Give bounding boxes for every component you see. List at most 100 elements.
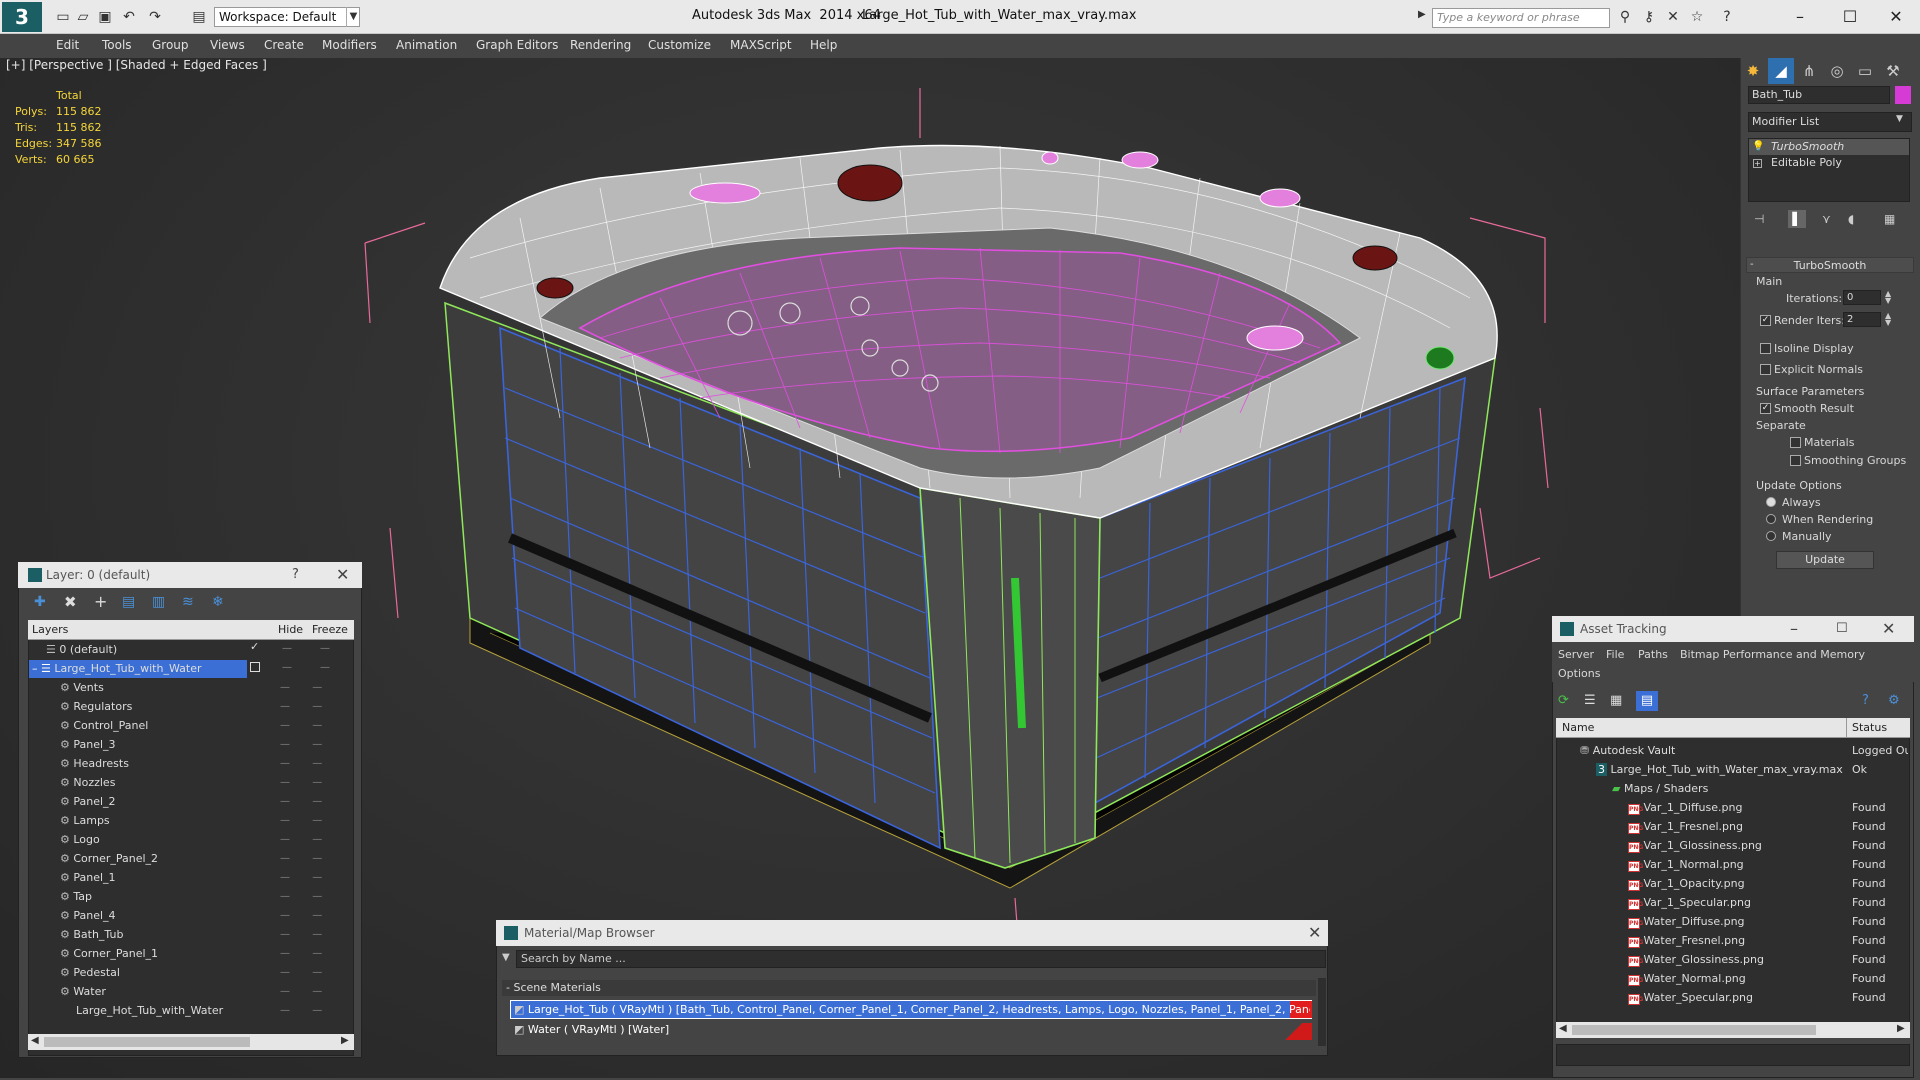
help-icon[interactable]: ? [1862, 693, 1869, 708]
configure-sets-icon[interactable]: ▦ [1884, 212, 1895, 226]
hide-toggle[interactable]: — [282, 643, 292, 654]
always-radio[interactable] [1766, 497, 1776, 507]
save-file-icon[interactable]: ▣ [96, 8, 114, 26]
close-icon[interactable]: ✕ [1882, 616, 1895, 642]
active-check-icon[interactable]: ✓ [250, 640, 259, 653]
minimize-icon[interactable]: – [1790, 616, 1798, 642]
menu-edit[interactable]: Edit [56, 38, 79, 52]
scene-materials-group[interactable]: - Scene Materials [502, 980, 1316, 996]
select-objects-icon[interactable]: ▤ [122, 594, 135, 610]
hide-all-icon[interactable]: ≋ [182, 594, 194, 610]
settings-icon[interactable]: ⚙ [1888, 693, 1900, 708]
isoline-display-checkbox[interactable] [1760, 343, 1771, 354]
when-rendering-radio[interactable] [1766, 514, 1776, 524]
project-folder-icon[interactable]: ▤ [190, 8, 208, 26]
layer-row-default[interactable]: ☰ 0 (default) [46, 640, 117, 659]
utilities-tab-icon[interactable]: ⚒ [1880, 58, 1906, 84]
make-unique-icon[interactable]: ⋎ [1822, 212, 1831, 226]
asset-row-map[interactable]: PNG Var_1_Normal.png [1628, 855, 1848, 874]
object-color-swatch[interactable] [1895, 86, 1911, 104]
asset-hscroll-thumb[interactable] [1572, 1025, 1816, 1035]
pin-stack-icon[interactable]: ⊣ [1754, 212, 1764, 226]
key-icon[interactable]: ⚷ [1640, 8, 1658, 26]
render-iters-spinner[interactable]: 2 [1843, 312, 1881, 327]
menu-views[interactable]: Views [210, 38, 245, 52]
material-row[interactable]: ◩ Water ( VRayMtl ) [Water] [514, 1023, 669, 1036]
smoothing-groups-checkbox[interactable] [1790, 455, 1801, 466]
new-layer-icon[interactable]: ✚ [34, 594, 46, 610]
at-menu-paths[interactable]: Paths [1638, 648, 1668, 661]
chevron-down-icon[interactable]: ▼ [502, 952, 510, 963]
spinner-arrows-icon[interactable]: ▲ ▼ [1885, 290, 1891, 305]
exchange-icon[interactable]: ✕ [1664, 8, 1682, 26]
layer-hscroll-thumb[interactable] [44, 1037, 250, 1047]
close-icon[interactable]: ✕ [336, 562, 349, 588]
help-icon[interactable]: ? [1718, 8, 1736, 26]
menu-group[interactable]: Group [152, 38, 189, 52]
menu-create[interactable]: Create [264, 38, 304, 52]
collapse-minus-icon[interactable]: - [1750, 259, 1754, 270]
at-menu-options[interactable]: Options [1558, 667, 1600, 680]
at-menu-bitmap-performance[interactable]: Bitmap Performance and Memory [1680, 648, 1865, 661]
asset-row-map[interactable]: PNG Water_Specular.png [1628, 988, 1848, 1007]
stack-item-turbosmooth[interactable]: TurboSmooth [1749, 139, 1909, 155]
layer-dialog-title[interactable]: Layer: 0 (default) [18, 562, 362, 588]
freeze-toggle[interactable]: — [320, 662, 330, 673]
asset-row-map[interactable]: PNG Var_1_Fresnel.png [1628, 817, 1848, 836]
spinner-arrows-icon[interactable]: ▲ ▼ [1885, 312, 1891, 327]
close-icon[interactable]: ✕ [1876, 4, 1916, 30]
asset-row-maps-folder[interactable]: ▰ Maps / Shaders [1612, 779, 1708, 798]
material-search-input[interactable]: Search by Name ... [516, 950, 1326, 968]
help-icon[interactable]: ? [292, 562, 299, 588]
asset-row-map[interactable]: PNG Var_1_Specular.png [1628, 893, 1848, 912]
motion-tab-icon[interactable]: ◎ [1824, 58, 1850, 84]
modify-tab-icon[interactable]: ◢ [1768, 58, 1794, 84]
maximize-icon[interactable]: ☐ [1830, 4, 1870, 30]
asset-row-map[interactable]: PNG Water_Glossiness.png [1628, 950, 1848, 969]
highlight-layer-icon[interactable]: ▥ [152, 594, 165, 610]
material-vscrollbar[interactable] [1318, 978, 1326, 1046]
asset-path-field[interactable] [1556, 1044, 1910, 1066]
chevron-down-icon[interactable]: ▼ [346, 7, 360, 27]
add-to-layer-icon[interactable]: + [94, 592, 107, 611]
refresh-icon[interactable]: ⟳ [1558, 693, 1569, 708]
materials-checkbox[interactable] [1790, 437, 1801, 448]
remove-modifier-icon[interactable]: ◖ [1848, 212, 1854, 226]
menu-maxscript[interactable]: MAXScript [730, 38, 792, 52]
chevron-left-icon[interactable]: ◀ [31, 1035, 39, 1046]
chevron-right-icon[interactable]: ▶ [341, 1035, 349, 1046]
layer-row-large-hot-tub[interactable]: – ☰ Large_Hot_Tub_with_Water [32, 659, 201, 678]
workspace-select[interactable]: Workspace: Default [214, 7, 360, 27]
hide-toggle[interactable]: — [282, 662, 292, 673]
col-divider[interactable] [1846, 718, 1847, 738]
object-name-field[interactable]: Bath_Tub [1748, 86, 1890, 104]
freeze-all-icon[interactable]: ❄ [212, 594, 224, 610]
menu-rendering[interactable]: Rendering [570, 38, 631, 52]
list-view-icon[interactable]: ☰ [1584, 693, 1596, 708]
lightbulb-icon[interactable]: 💡 [1752, 141, 1764, 152]
asset-tracking-title[interactable]: Asset Tracking [1552, 616, 1914, 642]
toggle-column[interactable]: — — — — — — — — — — — — — — — — — — — — — — — — — — —… [280, 678, 350, 1020]
active-layer-box-icon[interactable] [250, 662, 260, 672]
col-freeze[interactable]: Freeze [312, 623, 348, 636]
asset-row-map[interactable]: PNG Var_1_Diffuse.png [1628, 798, 1848, 817]
freeze-toggle[interactable]: — [320, 643, 330, 654]
col-layers[interactable]: Layers [32, 623, 68, 636]
explicit-normals-checkbox[interactable] [1760, 364, 1771, 375]
col-hide[interactable]: Hide [278, 623, 303, 636]
material-row[interactable]: ◩ Large_Hot_Tub ( VRayMtl ) [Bath_Tub, C… [514, 1003, 1310, 1016]
chevron-right-icon[interactable]: ▶ [1897, 1023, 1905, 1034]
menu-help[interactable]: Help [810, 38, 837, 52]
open-file-icon[interactable]: ▱ [74, 8, 92, 26]
asset-row-map[interactable]: PNG Var_1_Glossiness.png [1628, 836, 1848, 855]
chevron-down-icon[interactable]: ▼ [1896, 114, 1903, 124]
update-button[interactable]: Update [1776, 551, 1874, 569]
col-status[interactable]: Status [1852, 721, 1887, 734]
modifier-list-dropdown[interactable]: Modifier List [1748, 112, 1912, 132]
star-icon[interactable]: ☆ [1688, 8, 1706, 26]
thumbnail-view-icon[interactable]: ▦ [1610, 693, 1622, 708]
at-menu-file[interactable]: File [1606, 648, 1624, 661]
create-tab-icon[interactable]: ✸ [1740, 58, 1766, 84]
asset-row-map[interactable]: PNG Var_1_Opacity.png [1628, 874, 1848, 893]
chevron-left-icon[interactable]: ◀ [1559, 1023, 1567, 1034]
